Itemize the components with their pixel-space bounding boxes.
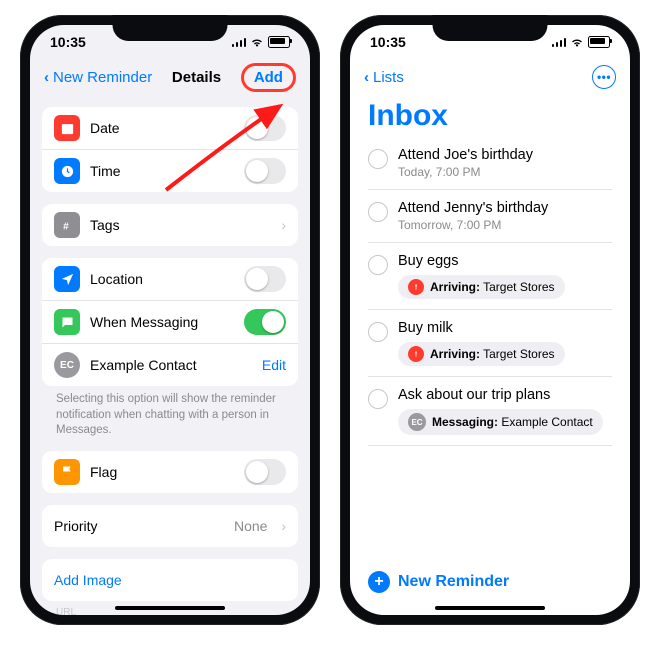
battery-icon xyxy=(268,36,290,48)
list-title: Inbox xyxy=(350,95,630,137)
messaging-pill: EC Messaging: Example Contact xyxy=(398,409,603,435)
phone-left: 10:35 ‹ New Reminder Details Add xyxy=(20,15,320,625)
notch xyxy=(113,15,228,41)
location-label: Location xyxy=(90,271,234,287)
chevron-right-icon: › xyxy=(277,518,286,534)
priority-value: None xyxy=(234,518,267,534)
chevron-left-icon: ‹ xyxy=(44,69,49,86)
hash-icon: # xyxy=(54,212,80,238)
status-time: 10:35 xyxy=(370,34,406,50)
tags-label: Tags xyxy=(90,217,271,233)
item-subtitle: Tomorrow, 7:00 PM xyxy=(398,218,612,232)
home-indicator[interactable] xyxy=(115,606,225,610)
back-label: New Reminder xyxy=(53,69,152,86)
location-pill: Arriving: Target Stores xyxy=(398,275,565,299)
add-image-label: Add Image xyxy=(54,572,122,588)
item-title: Attend Joe's birthday xyxy=(398,147,612,163)
cellular-icon xyxy=(552,37,567,47)
complete-circle[interactable] xyxy=(368,202,388,222)
contact-label: Example Contact xyxy=(90,357,252,373)
pill-strong: Arriving: xyxy=(430,347,480,361)
messaging-hint: Selecting this option will show the remi… xyxy=(42,386,298,439)
location-pill: Arriving: Target Stores xyxy=(398,342,565,366)
pill-strong: Messaging: xyxy=(432,415,498,429)
item-title: Buy eggs xyxy=(398,253,612,269)
item-title: Ask about our trip plans xyxy=(398,387,612,403)
cellular-icon xyxy=(232,37,247,47)
chevron-left-icon: ‹ xyxy=(364,69,369,86)
back-button[interactable]: ‹ Lists xyxy=(364,69,404,86)
message-icon xyxy=(54,309,80,335)
complete-circle[interactable] xyxy=(368,389,388,409)
list-item[interactable]: Attend Joe's birthday Today, 7:00 PM xyxy=(368,137,612,190)
nav-bar: ‹ New Reminder Details Add xyxy=(30,59,310,95)
complete-circle[interactable] xyxy=(368,255,388,275)
complete-circle[interactable] xyxy=(368,149,388,169)
pin-icon xyxy=(408,279,424,295)
item-title: Buy milk xyxy=(398,320,612,336)
chevron-right-icon: › xyxy=(281,217,286,233)
wifi-icon xyxy=(570,37,584,47)
reminder-list: Attend Joe's birthday Today, 7:00 PM Att… xyxy=(350,137,630,446)
flag-toggle[interactable] xyxy=(244,459,286,485)
battery-icon xyxy=(588,36,610,48)
pill-strong: Arriving: xyxy=(430,280,480,294)
date-label: Date xyxy=(90,120,234,136)
more-button[interactable]: ••• xyxy=(592,65,616,89)
contact-avatar: EC xyxy=(54,352,80,378)
location-icon xyxy=(54,266,80,292)
new-reminder-label: New Reminder xyxy=(398,573,509,591)
pill-text: Target Stores xyxy=(480,280,554,294)
location-toggle[interactable] xyxy=(244,266,286,292)
ellipsis-icon: ••• xyxy=(597,70,611,84)
list-item[interactable]: Buy eggs Arriving: Target Stores xyxy=(368,243,612,310)
phone-right: 10:35 ‹ Lists ••• Inbox Attend Joe's bir… xyxy=(340,15,640,625)
flag-label: Flag xyxy=(90,464,234,480)
item-title: Attend Jenny's birthday xyxy=(398,200,612,216)
list-item[interactable]: Buy milk Arriving: Target Stores xyxy=(368,310,612,377)
add-label: Add xyxy=(241,63,296,92)
notch xyxy=(433,15,548,41)
edit-button[interactable]: Edit xyxy=(262,357,286,373)
add-image-button[interactable]: Add Image xyxy=(42,559,298,601)
contact-row[interactable]: EC Example Contact Edit xyxy=(42,343,298,386)
time-row[interactable]: Time xyxy=(42,149,298,192)
list-item[interactable]: Ask about our trip plans EC Messaging: E… xyxy=(368,377,612,446)
details-content: Date Time # Tags › xyxy=(30,95,310,615)
messaging-toggle[interactable] xyxy=(244,309,286,335)
plus-icon: + xyxy=(368,571,390,593)
pin-icon xyxy=(408,346,424,362)
time-label: Time xyxy=(90,163,234,179)
home-indicator[interactable] xyxy=(435,606,545,610)
add-button[interactable]: Add xyxy=(241,63,296,92)
calendar-icon xyxy=(54,115,80,141)
flag-icon xyxy=(54,459,80,485)
priority-row[interactable]: Priority None › xyxy=(42,505,298,547)
svg-text:#: # xyxy=(63,221,69,232)
pill-text: Example Contact xyxy=(498,415,593,429)
status-time: 10:35 xyxy=(50,34,86,50)
messaging-label: When Messaging xyxy=(90,314,234,330)
flag-row[interactable]: Flag xyxy=(42,451,298,493)
messaging-row[interactable]: When Messaging xyxy=(42,300,298,343)
priority-label: Priority xyxy=(54,518,224,534)
complete-circle[interactable] xyxy=(368,322,388,342)
back-label: Lists xyxy=(373,69,404,86)
new-reminder-button[interactable]: + New Reminder xyxy=(368,571,509,593)
list-item[interactable]: Attend Jenny's birthday Tomorrow, 7:00 P… xyxy=(368,190,612,243)
pill-text: Target Stores xyxy=(480,347,554,361)
wifi-icon xyxy=(250,37,264,47)
back-button[interactable]: ‹ New Reminder xyxy=(44,69,152,86)
nav-bar: ‹ Lists ••• xyxy=(350,59,630,95)
item-subtitle: Today, 7:00 PM xyxy=(398,165,612,179)
location-row[interactable]: Location xyxy=(42,258,298,300)
nav-title: Details xyxy=(172,69,221,86)
clock-icon xyxy=(54,158,80,184)
date-row[interactable]: Date xyxy=(42,107,298,149)
time-toggle[interactable] xyxy=(244,158,286,184)
contact-avatar: EC xyxy=(408,413,426,431)
date-toggle[interactable] xyxy=(244,115,286,141)
tags-row[interactable]: # Tags › xyxy=(42,204,298,246)
